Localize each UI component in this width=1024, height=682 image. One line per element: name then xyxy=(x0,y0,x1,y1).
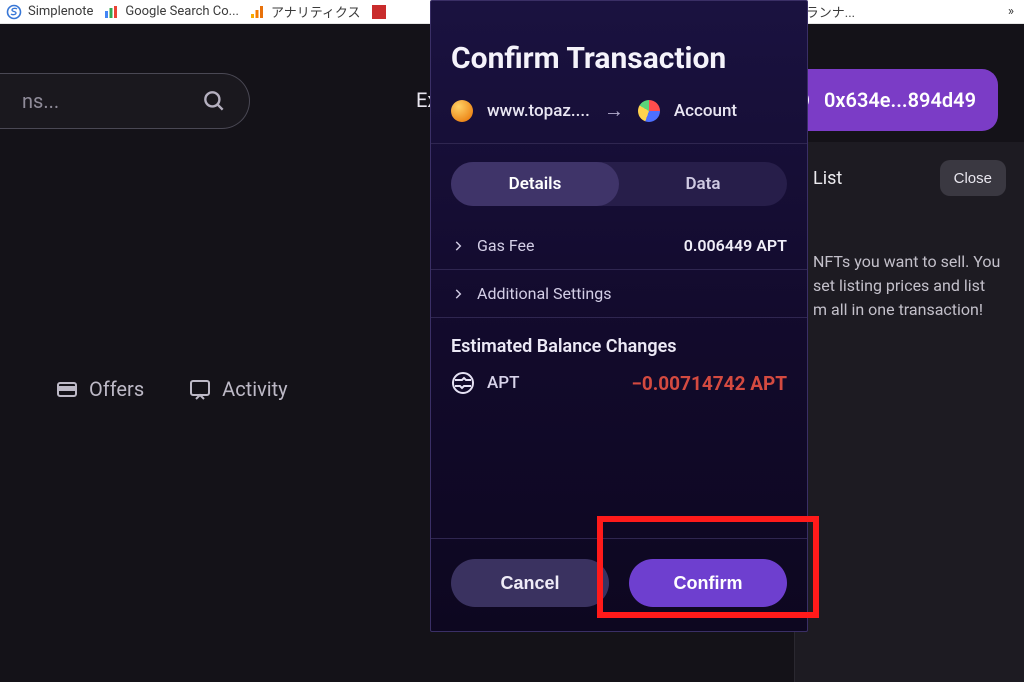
tab-details[interactable]: Details xyxy=(451,162,619,206)
tab-offers-label: Offers xyxy=(89,377,144,401)
additional-settings-row[interactable]: Additional Settings xyxy=(431,270,807,318)
origin-site: www.topaz.... xyxy=(487,101,590,121)
aptos-token-icon xyxy=(451,371,475,395)
details-data-tabs: Details Data xyxy=(451,162,787,206)
cancel-button-label: Cancel xyxy=(500,573,559,593)
origin-row: www.topaz.... → Account xyxy=(431,98,807,144)
bookmark-analytics[interactable]: アナリティクス xyxy=(249,2,361,21)
search-placeholder: ns... xyxy=(22,89,201,113)
chevron-right-icon xyxy=(451,239,465,253)
search-icon xyxy=(201,88,227,114)
confirm-button-label: Confirm xyxy=(674,573,743,593)
additional-settings-label: Additional Settings xyxy=(477,284,611,303)
chevron-right-icon xyxy=(451,287,465,301)
account-avatar-icon xyxy=(638,100,660,122)
estimated-balance-changes-title: Estimated Balance Changes xyxy=(431,318,807,371)
tab-offers[interactable]: Offers xyxy=(55,377,144,401)
tab-details-label: Details xyxy=(509,174,562,194)
bulk-list-drawer: List Close NFTs you want to sell. You se… xyxy=(794,142,1024,682)
bookmark-label: Google Search Co... xyxy=(125,4,239,19)
bookmark-unknown[interactable] xyxy=(371,4,387,20)
close-button-label: Close xyxy=(954,170,992,187)
tab-nav: Offers Activity xyxy=(55,377,288,401)
bookmark-overflow[interactable]: » xyxy=(1008,4,1018,19)
tab-data-label: Data xyxy=(685,174,720,194)
close-button[interactable]: Close xyxy=(940,160,1006,196)
gas-fee-value: 0.006449 APT xyxy=(684,236,787,255)
gas-fee-row[interactable]: Gas Fee 0.006449 APT xyxy=(431,222,807,270)
popup-footer: Cancel Confirm xyxy=(431,538,807,631)
tab-activity-label: Activity xyxy=(222,377,287,401)
gas-fee-label: Gas Fee xyxy=(477,236,534,255)
cancel-button[interactable]: Cancel xyxy=(451,559,609,607)
wallet-address-text: 0x634e...894d49 xyxy=(824,88,976,112)
bookmark-label: Simplenote xyxy=(28,4,93,19)
account-label: Account xyxy=(674,101,737,121)
balance-change-amount: −0.00714742 APT xyxy=(631,372,787,395)
offers-icon xyxy=(55,377,79,401)
tab-data[interactable]: Data xyxy=(619,162,787,206)
drawer-title: List xyxy=(813,168,842,189)
bookmark-label: アナリティクス xyxy=(271,2,361,21)
drawer-description: NFTs you want to sell. You set listing p… xyxy=(813,250,1006,322)
bookmark-simplenote[interactable]: Simplenote xyxy=(6,4,93,20)
popup-title: Confirm Transaction xyxy=(431,1,807,98)
confirm-transaction-popup: Confirm Transaction www.topaz.... → Acco… xyxy=(430,0,808,632)
activity-icon xyxy=(188,377,212,401)
token-symbol: APT xyxy=(487,373,519,393)
arrow-right-icon: → xyxy=(604,98,624,123)
tab-activity[interactable]: Activity xyxy=(188,377,287,401)
confirm-button[interactable]: Confirm xyxy=(629,559,787,607)
bookmark-gsc[interactable]: Google Search Co... xyxy=(103,4,239,20)
balance-change-row: APT −0.00714742 APT xyxy=(431,371,807,395)
bookmark-more-label: » xyxy=(1008,4,1014,19)
search-input[interactable]: ns... xyxy=(0,73,250,129)
site-favicon-icon xyxy=(451,100,473,122)
